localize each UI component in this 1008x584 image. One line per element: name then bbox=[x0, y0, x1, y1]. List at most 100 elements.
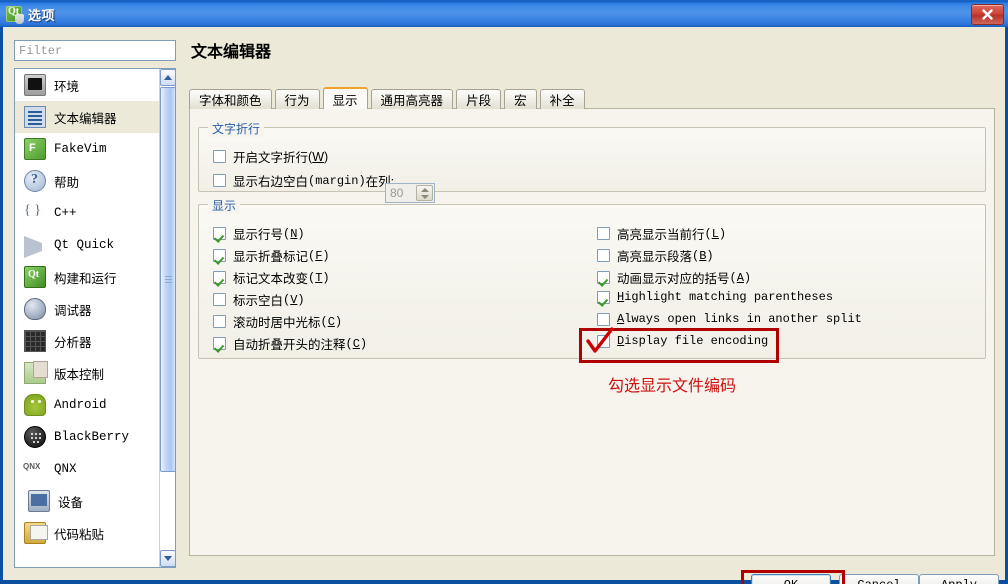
display-right-option-4-checkbox[interactable]: Always open links in another split bbox=[597, 312, 862, 326]
margin-word: (margin) bbox=[308, 173, 366, 188]
scrollbar-thumb[interactable] bbox=[160, 87, 175, 472]
checkbox-label: Always open links in another split bbox=[617, 312, 862, 326]
checkbox-box bbox=[213, 271, 226, 284]
mnemonic-hint: (N) bbox=[283, 226, 305, 241]
mnemonic-hint: (W) bbox=[308, 149, 329, 164]
tab-0[interactable]: 字体和颜色 bbox=[189, 89, 272, 109]
sidebar-item-9[interactable]: 版本控制 bbox=[15, 357, 160, 389]
options-dialog: 选项 环境文本编辑器FakeVim帮助C++Qt Quick构建和运行调试器分析… bbox=[0, 0, 1008, 584]
checkbox-label: 显示折叠标记 bbox=[233, 250, 309, 264]
tab-6[interactable]: 补全 bbox=[539, 89, 585, 109]
sidebar-item-13[interactable]: 设备 bbox=[15, 485, 160, 517]
text-editor-icon bbox=[24, 106, 46, 128]
environment-icon bbox=[24, 74, 46, 96]
checkbox-box bbox=[213, 227, 226, 240]
sidebar-item-label: 调试器 bbox=[54, 303, 92, 318]
qnx-icon bbox=[23, 458, 46, 480]
display-left-option-0-checkbox[interactable]: 显示行号 (N) bbox=[213, 224, 305, 243]
spinner-arrows-icon[interactable] bbox=[416, 185, 433, 201]
tab-2[interactable]: 显示 bbox=[322, 87, 368, 109]
display-right-option-0-checkbox[interactable]: 高亮显示当前行 (L) bbox=[597, 224, 726, 243]
checkbox-box bbox=[213, 337, 226, 350]
close-icon[interactable] bbox=[971, 4, 1004, 25]
annotation-note: 勾选显示文件编码 bbox=[608, 378, 737, 395]
apply-button[interactable]: Apply bbox=[919, 574, 999, 584]
scroll-up-icon[interactable] bbox=[160, 69, 175, 86]
version-control-icon bbox=[24, 361, 48, 384]
sidebar-item-12[interactable]: QNX bbox=[15, 453, 160, 485]
checkbox-label: 高亮显示段落 bbox=[617, 250, 693, 264]
page-title: 文本编辑器 bbox=[191, 44, 272, 61]
blackberry-icon bbox=[24, 426, 46, 448]
sidebar-item-14[interactable]: 代码粘贴 bbox=[15, 517, 160, 549]
filter-input[interactable] bbox=[14, 40, 176, 61]
fakevim-icon bbox=[24, 138, 46, 160]
sidebar-item-8[interactable]: 分析器 bbox=[15, 325, 160, 357]
tab-4[interactable]: 片段 bbox=[456, 89, 502, 109]
tab-3[interactable]: 通用高亮器 bbox=[370, 89, 454, 109]
checkbox-label: 动画显示对应的括号 bbox=[617, 272, 730, 286]
category-list[interactable]: 环境文本编辑器 FakeVim 帮助 C++ Qt Quick 构建和运行调试器分析器版本… bbox=[14, 68, 176, 568]
build-run-icon bbox=[24, 266, 46, 288]
enable-text-wrapping-checkbox[interactable]: 开启文字折行 (W) bbox=[213, 147, 328, 166]
sidebar-item-3[interactable]: 帮助 bbox=[15, 165, 160, 197]
display-right-option-3-checkbox[interactable]: Highlight matching parentheses bbox=[597, 290, 833, 304]
mnemonic-hint: (F) bbox=[308, 248, 330, 263]
checkbox-label: 开启文字折行 bbox=[233, 151, 309, 165]
tab-label: 宏 bbox=[514, 94, 527, 108]
sidebar-item-5[interactable]: Qt Quick bbox=[15, 229, 160, 261]
category-list-items: 环境文本编辑器 FakeVim 帮助 C++ Qt Quick 构建和运行调试器分析器版本… bbox=[15, 69, 160, 549]
ok-button[interactable]: OK bbox=[751, 574, 831, 584]
sidebar-item-label: 分析器 bbox=[54, 335, 92, 350]
sidebar-item-0[interactable]: 环境 bbox=[15, 69, 160, 101]
sidebar-item-4[interactable]: C++ bbox=[15, 197, 160, 229]
tab-1[interactable]: 行为 bbox=[274, 89, 320, 109]
sidebar-item-label: FakeVim bbox=[54, 142, 107, 156]
cancel-button[interactable]: Cancel bbox=[839, 574, 919, 584]
checkbox-label: 滚动时居中光标 bbox=[233, 316, 321, 330]
display-left-option-4-checkbox[interactable]: 滚动时居中光标 (C) bbox=[213, 312, 342, 331]
qt-quick-icon bbox=[24, 236, 46, 258]
checkbox-box bbox=[597, 271, 610, 284]
display-left-option-1-checkbox[interactable]: 显示折叠标记 (F) bbox=[213, 246, 330, 265]
category-list-scrollbar[interactable] bbox=[159, 69, 175, 567]
sidebar-item-label: 设备 bbox=[58, 495, 84, 510]
qt-logo-icon bbox=[6, 6, 24, 24]
display-right-option-2-checkbox[interactable]: 动画显示对应的括号 (A) bbox=[597, 268, 751, 287]
show-right-margin-checkbox[interactable]: 显示右边空白 (margin) 在列: bbox=[213, 171, 394, 190]
sidebar-item-7[interactable]: 调试器 bbox=[15, 293, 160, 325]
mnemonic-hint: (T) bbox=[308, 270, 330, 285]
checkbox-box bbox=[597, 227, 610, 240]
sidebar-item-11[interactable]: BlackBerry bbox=[15, 421, 160, 453]
checkbox-label: 高亮显示当前行 bbox=[617, 228, 705, 242]
android-icon bbox=[24, 394, 46, 416]
sidebar-item-label: Android bbox=[54, 398, 107, 412]
display-left-option-5-checkbox[interactable]: 自动折叠开头的注释 (C) bbox=[213, 334, 367, 353]
sidebar-item-10[interactable]: Android bbox=[15, 389, 160, 421]
checkbox-box bbox=[213, 174, 226, 187]
sidebar-item-6[interactable]: 构建和运行 bbox=[15, 261, 160, 293]
display-left-option-2-checkbox[interactable]: 标记文本改变 (T) bbox=[213, 268, 330, 287]
margin-column-value: 80 bbox=[390, 186, 404, 200]
scroll-down-icon[interactable] bbox=[160, 550, 175, 567]
display-file-encoding-checkbox[interactable]: Display file encoding bbox=[597, 334, 768, 348]
analyzer-icon bbox=[24, 330, 46, 352]
display-right-option-1-checkbox[interactable]: 高亮显示段落 (B) bbox=[597, 246, 714, 265]
sidebar-item-1[interactable]: 文本编辑器 bbox=[15, 101, 160, 133]
tab-bar: 字体和颜色 行为 显示 通用高亮器 片段 宏 补全 bbox=[189, 87, 585, 109]
tab-5[interactable]: 宏 bbox=[504, 89, 537, 109]
sidebar-item-label: C++ bbox=[54, 206, 77, 220]
checkbox-label: 自动折叠开头的注释 bbox=[233, 338, 346, 352]
group-text-wrapping: 文字折行 开启文字折行 (W) 显示右边空白 (margin) 在列: 80 bbox=[198, 120, 986, 203]
group-display-title: 显示 bbox=[208, 197, 241, 214]
display-left-option-3-checkbox[interactable]: 标示空白 (V) bbox=[213, 290, 305, 309]
checkbox-box bbox=[213, 249, 226, 262]
checkbox-box bbox=[597, 334, 610, 348]
margin-column-spinbox[interactable]: 80 bbox=[385, 183, 435, 203]
sidebar-item-2[interactable]: FakeVim bbox=[15, 133, 160, 165]
settings-panel: 文字折行 开启文字折行 (W) 显示右边空白 (margin) 在列: 80 显… bbox=[189, 108, 995, 556]
help-icon bbox=[24, 170, 46, 192]
checkbox-box bbox=[213, 293, 226, 306]
group-display: 显示 显示行号 (N) 显示折叠标记 (F) 标记文本改变 (T) 标示空白 (V) 滚动时居中… bbox=[198, 197, 986, 359]
checkbox-label: 标记文本改变 bbox=[233, 272, 309, 286]
